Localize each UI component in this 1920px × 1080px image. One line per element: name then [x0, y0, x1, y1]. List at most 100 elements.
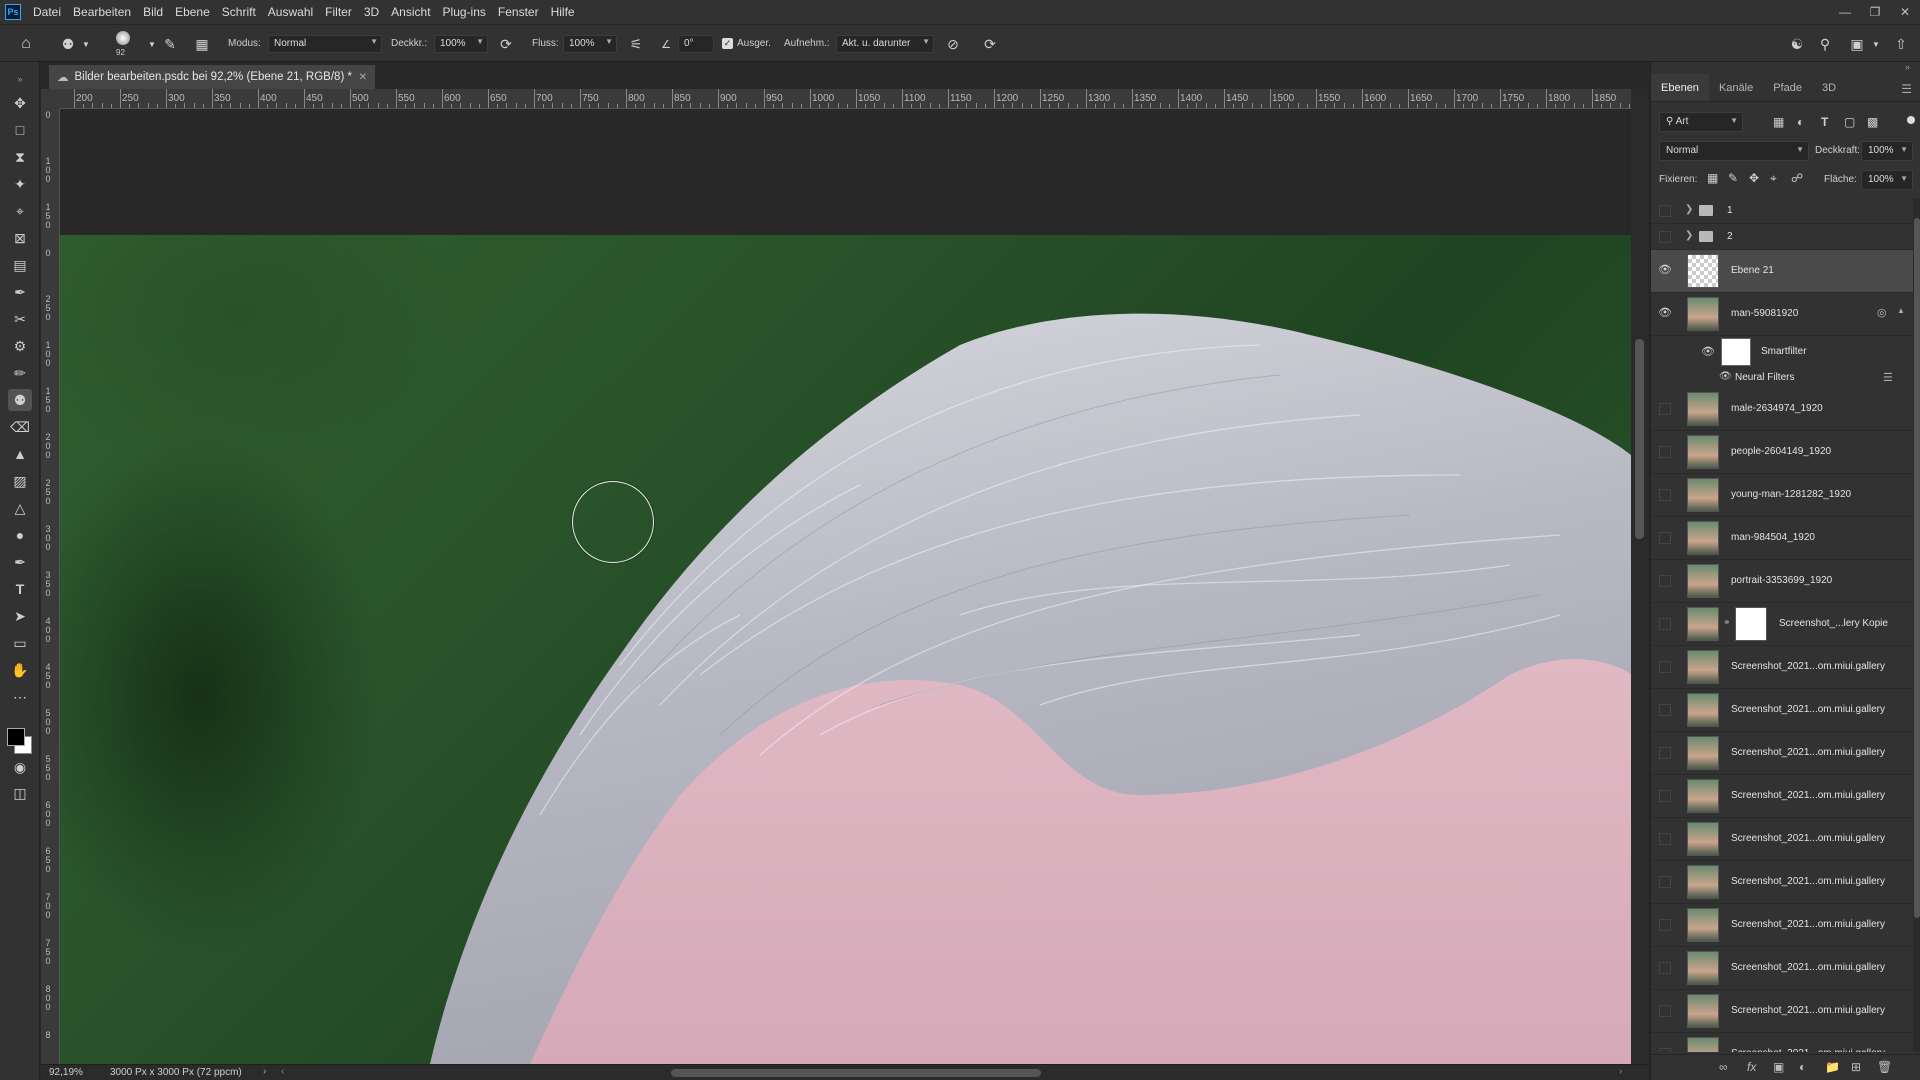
- visibility-toggle[interactable]: [1659, 747, 1671, 759]
- layer-row[interactable]: portrait-3353699_1920: [1651, 560, 1913, 603]
- menu-item-plug-ins[interactable]: Plug-ins: [437, 0, 492, 24]
- marquee-tool-icon[interactable]: □: [8, 119, 32, 141]
- menu-item-schrift[interactable]: Schrift: [216, 0, 262, 24]
- panel-scrollbar[interactable]: [1913, 198, 1920, 1052]
- restore-icon[interactable]: ❐: [1860, 0, 1890, 24]
- lock-position-icon[interactable]: ✥: [1749, 171, 1759, 185]
- layer-row[interactable]: Screenshot_2021...om.miui.gallery: [1651, 775, 1913, 818]
- lock-all-icon[interactable]: ☍: [1791, 171, 1803, 185]
- layer-row-man-59081920[interactable]: 👁 man-59081920 ◎ ▲: [1651, 293, 1913, 336]
- blur-tool-icon[interactable]: △: [8, 497, 32, 519]
- visibility-toggle[interactable]: [1659, 661, 1671, 673]
- mask-link-icon[interactable]: ⚭: [1723, 617, 1731, 628]
- layer-row[interactable]: man-984504_1920: [1651, 517, 1913, 560]
- tool-preset-chevron-icon[interactable]: ▼: [76, 34, 96, 54]
- menu-item-hilfe[interactable]: Hilfe: [545, 0, 581, 24]
- move-tool-icon[interactable]: ✥: [8, 92, 32, 114]
- close-icon[interactable]: ✕: [1890, 0, 1920, 24]
- filter-shape-icon[interactable]: ▢: [1844, 115, 1855, 129]
- layer-filter-select[interactable]: ⚲ Art ▼: [1659, 112, 1743, 132]
- frame-tool-icon[interactable]: ⊠: [8, 227, 32, 249]
- lasso-tool-icon[interactable]: ⧗: [8, 146, 32, 168]
- quick-selection-tool-icon[interactable]: ✦: [8, 173, 32, 195]
- layer-row[interactable]: people-2604149_1920: [1651, 431, 1913, 474]
- menu-item-filter[interactable]: Filter: [319, 0, 358, 24]
- panel-tab-kan-le[interactable]: Kanäle: [1709, 74, 1763, 101]
- angle-input[interactable]: 0°: [678, 35, 714, 53]
- eye-icon[interactable]: 👁: [1719, 371, 1732, 382]
- new-layer-icon[interactable]: ⊞: [1851, 1060, 1861, 1074]
- menu-item-auswahl[interactable]: Auswahl: [262, 0, 319, 24]
- scroll-left-icon[interactable]: ‹: [281, 1066, 284, 1077]
- zoom-level[interactable]: 92,19%: [49, 1067, 83, 1078]
- collapse-panel-icon[interactable]: »: [1905, 62, 1910, 72]
- visibility-toggle[interactable]: [1659, 446, 1671, 458]
- eye-icon[interactable]: 👁: [1658, 306, 1674, 320]
- vertical-scrollbar[interactable]: [1631, 89, 1648, 1064]
- lock-artboard-icon[interactable]: ⌖: [1770, 171, 1777, 186]
- visibility-toggle[interactable]: [1659, 532, 1671, 544]
- brush-preview-icon[interactable]: [116, 31, 130, 45]
- hand-tool-icon[interactable]: ✋: [8, 659, 32, 681]
- gradient-tool-icon[interactable]: ▨: [8, 470, 32, 492]
- collapse-effects-icon[interactable]: ▲: [1897, 306, 1905, 315]
- layer-row[interactable]: male-2634974_1920: [1651, 388, 1913, 431]
- visibility-toggle[interactable]: [1659, 205, 1671, 217]
- photo-image[interactable]: [60, 235, 1631, 1064]
- menu-item-bild[interactable]: Bild: [137, 0, 169, 24]
- rectangle-tool-icon[interactable]: ▭: [8, 632, 32, 654]
- visibility-toggle[interactable]: [1659, 962, 1671, 974]
- layer-row[interactable]: Screenshot_2021...om.miui.gallery: [1651, 646, 1913, 689]
- filter-type-icon[interactable]: T: [1821, 115, 1828, 129]
- search-icon[interactable]: ⚲: [1815, 34, 1835, 54]
- trash-icon[interactable]: 🗑: [1877, 1060, 1892, 1074]
- layer-row[interactable]: Screenshot_2021...om.miui.gallery: [1651, 818, 1913, 861]
- panel-tab-pfade[interactable]: Pfade: [1763, 74, 1812, 101]
- layer-row[interactable]: Screenshot_2021...om.miui.gallery: [1651, 904, 1913, 947]
- eyedropper-tool-icon[interactable]: ✒: [8, 281, 32, 303]
- visibility-toggle[interactable]: [1659, 575, 1671, 587]
- filter-adjustment-icon[interactable]: ◐: [1797, 115, 1804, 129]
- visibility-toggle[interactable]: [1659, 833, 1671, 845]
- type-tool-icon[interactable]: T: [8, 578, 32, 600]
- filter-toggle-icon[interactable]: [1907, 116, 1915, 124]
- chevron-right-icon[interactable]: ❯: [1685, 230, 1693, 241]
- layer-group-1[interactable]: ❯ 1: [1651, 198, 1913, 224]
- more-tools-icon[interactable]: ⋯: [8, 686, 32, 708]
- visibility-toggle[interactable]: [1659, 790, 1671, 802]
- layer-row[interactable]: young-man-1281282_1920: [1651, 474, 1913, 517]
- panel-tab-3d[interactable]: 3D: [1812, 74, 1846, 101]
- chevron-right-icon[interactable]: ❯: [1685, 204, 1693, 215]
- airbrush-icon[interactable]: ⚟: [626, 34, 646, 54]
- layer-group-2[interactable]: ❯ 2: [1651, 224, 1913, 250]
- menu-item-bearbeiten[interactable]: Bearbeiten: [67, 0, 137, 24]
- menu-item-datei[interactable]: Datei: [27, 0, 67, 24]
- deckkraft-input[interactable]: 100% ▼: [434, 35, 488, 53]
- menu-item-3d[interactable]: 3D: [358, 0, 385, 24]
- layer-row[interactable]: Screenshot_2021...om.miui.gallery: [1651, 990, 1913, 1033]
- panel-scroll-thumb[interactable]: [1914, 218, 1920, 918]
- aligned-checkbox[interactable]: ✓: [722, 38, 733, 49]
- fluss-input[interactable]: 100% ▼: [563, 35, 617, 53]
- ruler-tool-icon[interactable]: ▤: [8, 254, 32, 276]
- adjustment-layer-icon[interactable]: ◐: [1799, 1060, 1806, 1074]
- menu-item-ebene[interactable]: Ebene: [169, 0, 216, 24]
- filter-pixel-icon[interactable]: ▦: [1773, 115, 1784, 129]
- minimize-icon[interactable]: —: [1830, 0, 1860, 24]
- healing-brush-tool-icon[interactable]: ⚙: [8, 335, 32, 357]
- visibility-toggle[interactable]: [1659, 231, 1671, 243]
- brush-picker-chevron-icon[interactable]: ▼: [142, 34, 162, 54]
- new-group-icon[interactable]: 📁: [1825, 1060, 1840, 1074]
- filter-smart-object-icon[interactable]: ▩: [1867, 115, 1878, 129]
- layer-row[interactable]: ⚭ Screenshot_...lery Kopie: [1651, 603, 1913, 646]
- foreground-color-swatch[interactable]: [7, 728, 25, 746]
- smartfilter-row[interactable]: 👁 Smartfilter: [1651, 336, 1913, 368]
- share-icon[interactable]: ⇧: [1891, 34, 1911, 54]
- pressure-size-icon[interactable]: ⟳: [980, 34, 1000, 54]
- close-tab-icon[interactable]: ✕: [359, 72, 367, 83]
- scissors-tool-icon[interactable]: ✂: [8, 308, 32, 330]
- fill-input[interactable]: 100% ▼: [1861, 170, 1913, 190]
- layer-row[interactable]: Screenshot_2021...om.miui.gallery: [1651, 861, 1913, 904]
- layer-row-ebene-21[interactable]: 👁 Ebene 21: [1651, 250, 1913, 293]
- sample-select[interactable]: Akt. u. darunter ▼: [836, 35, 934, 53]
